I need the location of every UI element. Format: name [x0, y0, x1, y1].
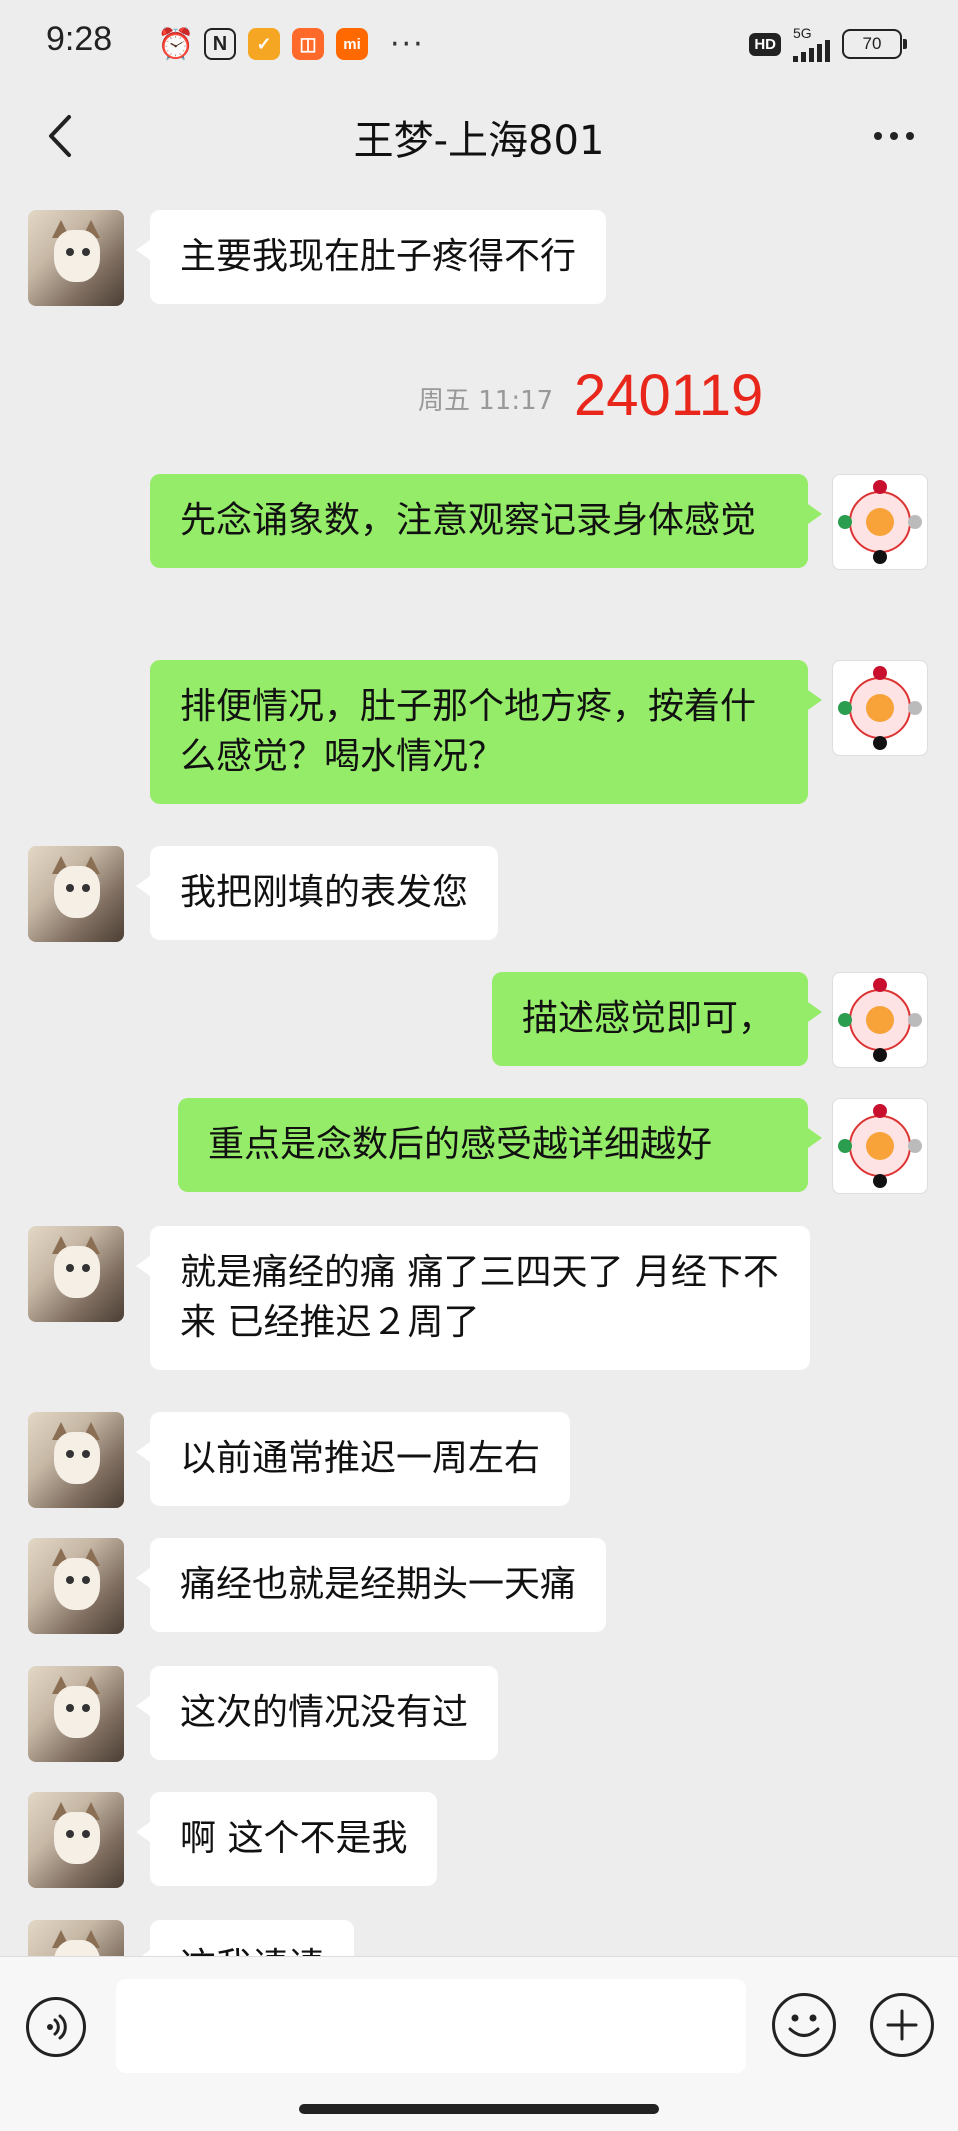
status-right: HD 5G 70 [749, 24, 907, 64]
emoji-button[interactable] [772, 1993, 836, 2057]
wheel-logo-icon [838, 1104, 922, 1188]
my-avatar[interactable] [832, 1098, 928, 1194]
dot-icon [890, 132, 898, 140]
contact-avatar[interactable] [28, 210, 124, 306]
chat-title: 王梦-上海801 [353, 118, 605, 164]
message-bubble-incoming[interactable]: 这次的情况没有过 [135, 1666, 499, 1760]
chat-header: 王梦-上海801 [0, 86, 958, 186]
my-avatar[interactable] [832, 972, 928, 1068]
smiley-icon [788, 2014, 820, 2037]
message-bubble-incoming[interactable]: 主要我现在肚子疼得不行 [135, 210, 607, 304]
wheel-logo-icon [838, 978, 922, 1062]
status-time: 9:28 [46, 20, 113, 58]
signal-icon: 5G [793, 26, 830, 62]
message-bubble-outgoing[interactable]: 先念诵象数，注意观察记录身体感觉 [150, 474, 822, 568]
more-functions-button[interactable] [870, 1993, 934, 2057]
message-bubble-incoming[interactable]: 以前通常推迟一周左右 [135, 1412, 571, 1506]
contact-avatar[interactable] [28, 1538, 124, 1634]
hd-badge: HD [749, 32, 781, 56]
more-notifications-icon: ··· [390, 26, 425, 62]
orange-app-icon: ✓ [248, 28, 280, 60]
home-indicator[interactable] [299, 2104, 659, 2114]
contact-avatar[interactable] [28, 1792, 124, 1888]
mi-icon: mi [336, 28, 368, 60]
grid-app-icon: ◫ [292, 28, 324, 60]
my-avatar[interactable] [832, 474, 928, 570]
contact-avatar[interactable] [28, 1226, 124, 1322]
contact-avatar[interactable] [28, 1920, 124, 1956]
voice-icon [47, 2014, 67, 2040]
message-bubble-incoming[interactable]: 啊 这个不是我 [135, 1792, 438, 1886]
contact-avatar[interactable] [28, 846, 124, 942]
nfc-icon: N [204, 28, 236, 60]
alarm-icon: ⏰ [157, 27, 195, 61]
battery-icon: 70 [842, 29, 907, 59]
more-options-button[interactable] [862, 110, 926, 162]
message-list[interactable]: 主要我现在肚子疼得不行 周五 11:17 240119 先念诵象数，注意观察记录… [0, 186, 958, 1956]
message-bubble-incoming[interactable]: 就是痛经的痛 痛了三四天了 月经下不来 已经推迟２周了 [136, 1226, 810, 1370]
dot-icon [874, 132, 882, 140]
wheel-logo-icon [838, 666, 922, 750]
contact-avatar[interactable] [28, 1666, 124, 1762]
message-bubble-incoming[interactable]: 这我请请 [135, 1920, 355, 1956]
message-bubble-outgoing[interactable]: 描述感觉即可， [492, 972, 822, 1066]
contact-avatar[interactable] [28, 1412, 124, 1508]
status-app-icons: ⏰ N ✓ ◫ mi ··· [157, 24, 425, 64]
message-bubble-outgoing[interactable]: 重点是念数后的感受越详细越好 [178, 1098, 822, 1192]
annotation-number: 240119 [574, 363, 764, 428]
battery-level: 70 [862, 34, 882, 53]
my-avatar[interactable] [832, 660, 928, 756]
dot-icon [906, 132, 914, 140]
message-bubble-incoming[interactable]: 我把刚填的表发您 [135, 846, 499, 940]
status-bar: 9:28 ⏰ N ✓ ◫ mi ··· HD 5G 70 [0, 0, 958, 86]
message-bubble-outgoing[interactable]: 排便情况，肚子那个地方疼，按着什么感觉？喝水情况？ [150, 660, 822, 804]
message-bubble-incoming[interactable]: 痛经也就是经期头一天痛 [135, 1538, 607, 1632]
message-input[interactable] [116, 1979, 746, 2073]
plus-icon [886, 2009, 918, 2041]
network-type: 5G [793, 25, 812, 41]
voice-input-button[interactable] [26, 1997, 86, 2057]
wheel-logo-icon [838, 480, 922, 564]
message-timestamp: 周五 11:17 [418, 386, 554, 416]
